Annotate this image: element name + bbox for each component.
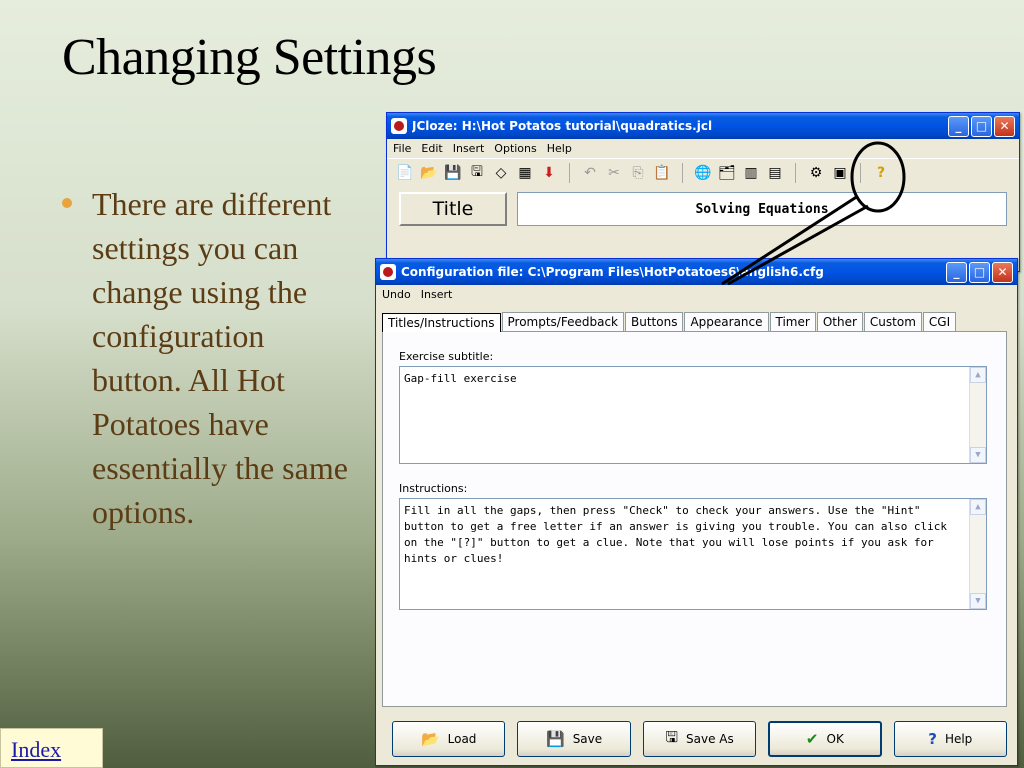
help-button[interactable]: ? Help — [893, 721, 1007, 757]
toolbar-separator — [569, 162, 570, 183]
open-folder-icon[interactable]: 📂 — [419, 163, 439, 183]
config-window-title: Configuration file: C:\Program Files\Hot… — [401, 265, 824, 279]
hot-potato-icon — [391, 118, 407, 134]
folder-export-icon[interactable]: 🗂 — [717, 163, 737, 183]
bullet-text: There are different settings you can cha… — [92, 186, 348, 530]
toolbar-separator — [860, 162, 861, 183]
jcloze-toolbar: 📄 📂 💾 🖫 ◇ ▦ ⬇ ↶ ✂ ⎘ 📋 🌐 🗂 ▥ ▤ ⚙ ▣ ? — [387, 158, 1019, 186]
menu-insert[interactable]: Insert — [421, 288, 453, 301]
bullet-list: There are different settings you can cha… — [62, 182, 362, 534]
tab-buttons[interactable]: Buttons — [625, 312, 684, 331]
index-link[interactable]: Index — [0, 728, 103, 768]
close-button[interactable]: ✕ — [994, 115, 1015, 137]
menu-edit[interactable]: Edit — [421, 142, 442, 155]
subtitle-field[interactable]: Gap-fill exercise ▲ ▼ — [399, 366, 987, 464]
dialog-button-row: 📂 Load 💾 Save 🖫 Save As ✔ OK ? Help — [376, 721, 1017, 757]
cut-icon[interactable]: ✂ — [604, 163, 624, 183]
open-folder-icon: 📂 — [420, 730, 440, 748]
jcloze-window-title: JCloze: H:\Hot Potatos tutorial\quadrati… — [412, 119, 713, 133]
tab-cgi[interactable]: CGI — [922, 312, 957, 331]
scrollbar[interactable]: ▲ ▼ — [969, 367, 986, 463]
minimize-button[interactable]: _ — [946, 261, 967, 283]
jcloze-titlebar[interactable]: JCloze: H:\Hot Potatos tutorial\quadrati… — [387, 113, 1019, 139]
scroll-down-icon[interactable]: ▼ — [970, 593, 986, 609]
title-label: Title — [399, 192, 507, 226]
config-tabs: Titles/Instructions Prompts/Feedback But… — [376, 304, 1017, 332]
save-as-label: Save As — [686, 732, 734, 746]
scrollbar[interactable]: ▲ ▼ — [969, 499, 986, 609]
ok-label: OK — [826, 732, 844, 746]
menu-options[interactable]: Options — [494, 142, 536, 155]
jcloze-window: JCloze: H:\Hot Potatos tutorial\quadrati… — [386, 112, 1020, 272]
copy-icon[interactable]: ⎘ — [628, 163, 648, 183]
scroll-down-icon[interactable]: ▼ — [970, 447, 986, 463]
slide-title: Changing Settings — [62, 29, 437, 86]
tab-timer[interactable]: Timer — [769, 312, 816, 331]
menu-file[interactable]: File — [393, 142, 411, 155]
checkmark-icon: ✔ — [805, 730, 819, 748]
tab-panel-titles-instructions: Exercise subtitle: Gap-fill exercise ▲ ▼… — [382, 331, 1007, 707]
load-label: Load — [447, 732, 477, 746]
delete-gap-icon[interactable]: ▤ — [765, 163, 785, 183]
menu-insert[interactable]: Insert — [453, 142, 485, 155]
save-as-icon[interactable]: 🖫 — [467, 163, 487, 183]
eraser-icon[interactable]: ◇ — [491, 163, 511, 183]
instructions-text: Fill in all the gaps, then press "Check"… — [404, 504, 948, 565]
bullet-dot — [62, 198, 72, 208]
new-file-icon[interactable]: 📄 — [395, 163, 415, 183]
save-as-button[interactable]: 🖫 Save As — [642, 721, 757, 757]
tab-prompts-feedback[interactable]: Prompts/Feedback — [501, 312, 624, 331]
subtitle-text: Gap-fill exercise — [404, 372, 517, 385]
undo-icon[interactable]: ↶ — [580, 163, 600, 183]
instructions-label: Instructions: — [399, 482, 468, 495]
config-titlebar[interactable]: Configuration file: C:\Program Files\Hot… — [376, 259, 1017, 285]
scroll-up-icon[interactable]: ▲ — [970, 499, 986, 515]
save-as-icon: 🖫 — [665, 727, 678, 746]
down-arrow-icon[interactable]: ⬇ — [539, 163, 559, 183]
menu-help[interactable]: Help — [547, 142, 572, 155]
configuration-icon[interactable]: ⚙ — [806, 163, 826, 183]
color-icon[interactable]: ▣ — [830, 163, 850, 183]
tab-other[interactable]: Other — [816, 312, 863, 331]
config-window: Configuration file: C:\Program Files\Hot… — [375, 258, 1018, 766]
tab-custom[interactable]: Custom — [863, 312, 922, 331]
maximize-button[interactable]: □ — [969, 261, 990, 283]
paste-icon[interactable]: 📋 — [652, 163, 672, 183]
tab-titles-instructions[interactable]: Titles/Instructions — [382, 313, 501, 332]
maximize-button[interactable]: □ — [971, 115, 992, 137]
load-button[interactable]: 📂 Load — [392, 721, 506, 757]
save-button[interactable]: 💾 Save — [517, 721, 631, 757]
toolbar-separator — [795, 162, 796, 183]
close-button[interactable]: ✕ — [992, 261, 1013, 283]
exercise-title-row: Title Solving Equations — [387, 186, 1019, 232]
grid-icon[interactable]: ▦ — [515, 163, 535, 183]
config-menubar: Undo Insert — [376, 285, 1017, 304]
title-input[interactable]: Solving Equations — [517, 192, 1007, 226]
instructions-field[interactable]: Fill in all the gaps, then press "Check"… — [399, 498, 987, 610]
web-export-icon[interactable]: 🌐 — [693, 163, 713, 183]
help-label: Help — [944, 732, 973, 746]
hot-potato-icon — [380, 264, 396, 280]
help-icon: ? — [928, 730, 937, 748]
save-label: Save — [572, 732, 603, 746]
ok-button[interactable]: ✔ OK — [768, 721, 882, 757]
tab-appearance[interactable]: Appearance — [684, 312, 769, 331]
subtitle-label: Exercise subtitle: — [399, 350, 494, 363]
gap-icon[interactable]: ▥ — [741, 163, 761, 183]
toolbar-separator — [682, 162, 683, 183]
minimize-button[interactable]: _ — [948, 115, 969, 137]
save-icon[interactable]: 💾 — [443, 163, 463, 183]
help-icon[interactable]: ? — [871, 163, 891, 183]
menu-undo[interactable]: Undo — [382, 288, 411, 301]
save-icon: 💾 — [546, 730, 565, 748]
scroll-up-icon[interactable]: ▲ — [970, 367, 986, 383]
jcloze-menubar: File Edit Insert Options Help — [387, 139, 1019, 158]
